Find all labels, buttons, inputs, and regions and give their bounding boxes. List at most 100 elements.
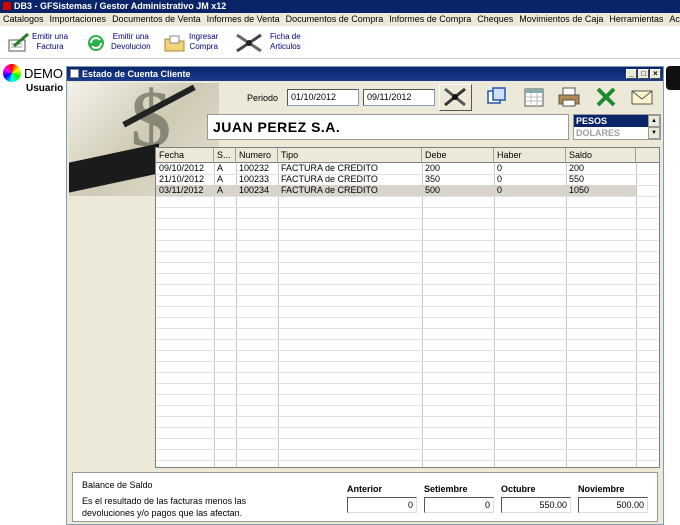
calcular-button[interactable]	[439, 84, 472, 111]
client-name: JUAN PEREZ S.A.	[207, 114, 569, 140]
ingresar-compra-button[interactable]: Ingresar Compra	[163, 29, 225, 57]
grid-row-line	[156, 383, 659, 384]
grid-row-line	[156, 372, 659, 373]
menu-herramientas[interactable]: Herramientas	[606, 13, 666, 26]
scroll-down-icon[interactable]: ▼	[648, 127, 660, 139]
emitir-devolucion-button[interactable]: Emitir una Devolucion	[85, 29, 155, 57]
minimize-button[interactable]: _	[626, 69, 637, 79]
windows-icon[interactable]	[485, 85, 509, 109]
close-button[interactable]: ×	[650, 69, 661, 79]
balance-description: Es el resultado de las facturas menos la…	[82, 496, 247, 518]
balance-title: Balance de Saldo	[82, 480, 153, 490]
grid-row-line	[156, 438, 659, 439]
cell-tipo: FACTURA de CREDITO	[281, 185, 378, 195]
grid-row-line	[156, 460, 659, 461]
col-numero[interactable]: Numero	[236, 148, 278, 163]
value-setiembre: 0	[424, 497, 494, 513]
grid-column-line	[236, 163, 237, 467]
table-row-selected[interactable]: 03/11/2012 A 100234 FACTURA de CREDITO 5…	[156, 185, 636, 196]
date-to-field[interactable]: 09/11/2012	[363, 89, 435, 106]
cell-debe: 350	[425, 174, 441, 184]
label-setiembre: Setiembre	[424, 484, 468, 494]
label-noviembre: Noviembre	[578, 484, 625, 494]
calendar-icon[interactable]	[522, 85, 546, 109]
grid-row-line	[156, 427, 659, 428]
menu-bar: Catalogos Importaciones Documentos de Vent…	[0, 13, 680, 26]
grid-column-line	[494, 163, 495, 467]
demo-text: DEMO	[24, 66, 63, 81]
grid-row-line	[156, 306, 659, 307]
table-row[interactable]: 21/10/2012 A 100233 FACTURA de CREDITO 3…	[156, 174, 636, 185]
movements-table: Fecha S... Numero Tipo Debe Haber Saldo …	[155, 147, 660, 468]
tools-icon	[236, 33, 262, 53]
color-wheel-icon	[3, 64, 21, 82]
menu-cheques[interactable]: Cheques	[474, 13, 516, 26]
periodo-label: Periodo	[247, 93, 279, 103]
menu-documentos-venta[interactable]: Documentos de Venta	[109, 13, 204, 26]
printer-icon[interactable]	[557, 85, 581, 109]
grid-column-line	[214, 163, 215, 467]
grid-row-line	[156, 284, 659, 285]
cell-haber: 0	[497, 174, 503, 184]
currency-list[interactable]: PESOS DOLARES ▲ ▼	[573, 114, 661, 140]
col-saldo[interactable]: Saldo	[566, 148, 636, 163]
menu-importaciones[interactable]: Importaciones	[47, 13, 110, 26]
grid-row-line	[156, 273, 659, 274]
grid-row-line	[156, 229, 659, 230]
menu-catalogos[interactable]: Catalogos	[0, 13, 47, 26]
app-icon	[3, 2, 11, 10]
folder-compra-icon	[164, 35, 185, 52]
excel-icon[interactable]	[594, 85, 618, 109]
grid-row-line	[156, 361, 659, 362]
value-noviembre: 500.00	[578, 497, 648, 513]
menu-acerca[interactable]: Acerca de este Producto	[666, 13, 680, 26]
emitir-factura-button[interactable]: Emitir una Factura	[6, 29, 72, 57]
col-haber[interactable]: Haber	[494, 148, 566, 163]
currency-pesos[interactable]: PESOS	[574, 115, 648, 127]
value-octubre: 550.00	[501, 497, 571, 513]
cell-numero: 100233	[239, 174, 270, 184]
scroll-up-icon[interactable]: ▲	[648, 115, 660, 127]
grid-column-line	[278, 163, 279, 467]
cell-serie: A	[217, 174, 224, 184]
menu-documentos-compra[interactable]: Documentos de Compra	[283, 13, 387, 26]
col-fecha[interactable]: Fecha	[156, 148, 214, 163]
cell-serie: A	[217, 163, 224, 173]
menu-informes-venta[interactable]: Informes de Venta	[204, 13, 283, 26]
emitir-factura-line1: Emitir una	[32, 32, 69, 41]
ficha-articulos-button[interactable]: Ficha de Articulos	[234, 29, 304, 57]
grid-row-line	[156, 416, 659, 417]
table-row[interactable]: 09/10/2012 A 100232 FACTURA de CREDITO 2…	[156, 163, 636, 174]
grid-row-line	[156, 328, 659, 329]
ingresar-compra-line1: Ingresar	[189, 32, 219, 41]
date-from-field[interactable]: 01/10/2012	[287, 89, 359, 106]
grid-row-line	[156, 196, 659, 197]
grid-column-line	[566, 163, 567, 467]
grid-row-line	[156, 262, 659, 263]
col-debe[interactable]: Debe	[422, 148, 494, 163]
grid-row-line	[156, 317, 659, 318]
cell-fecha: 21/10/2012	[159, 174, 205, 184]
ficha-articulos-line2: Articulos	[270, 42, 301, 51]
cell-fecha: 09/10/2012	[159, 163, 205, 173]
app-titlebar: DB3 - GFSistemas / Gestor Administrativo…	[0, 0, 680, 13]
refresh-arrows-icon	[88, 35, 104, 51]
cell-numero: 100232	[239, 163, 270, 173]
menu-movimientos-caja[interactable]: Movimientos de Caja	[516, 13, 606, 26]
grid-row-line	[156, 449, 659, 450]
maximize-button[interactable]: □	[638, 69, 649, 79]
shadow-graphic	[69, 143, 159, 193]
side-tab-button[interactable]	[666, 66, 680, 90]
cell-haber: 0	[497, 163, 503, 173]
col-serie[interactable]: S...	[214, 148, 236, 163]
grid-column-line	[422, 163, 423, 467]
grid-row-line	[156, 240, 659, 241]
col-tipo[interactable]: Tipo	[278, 148, 422, 163]
usuario-label: Usuario	[26, 83, 64, 94]
grid-row-line	[156, 207, 659, 208]
menu-informes-compra[interactable]: Informes de Compra	[386, 13, 474, 26]
currency-dolares[interactable]: DOLARES	[574, 127, 648, 139]
mail-icon[interactable]	[630, 85, 654, 109]
cell-haber: 0	[497, 185, 503, 195]
cell-debe: 200	[425, 163, 441, 173]
